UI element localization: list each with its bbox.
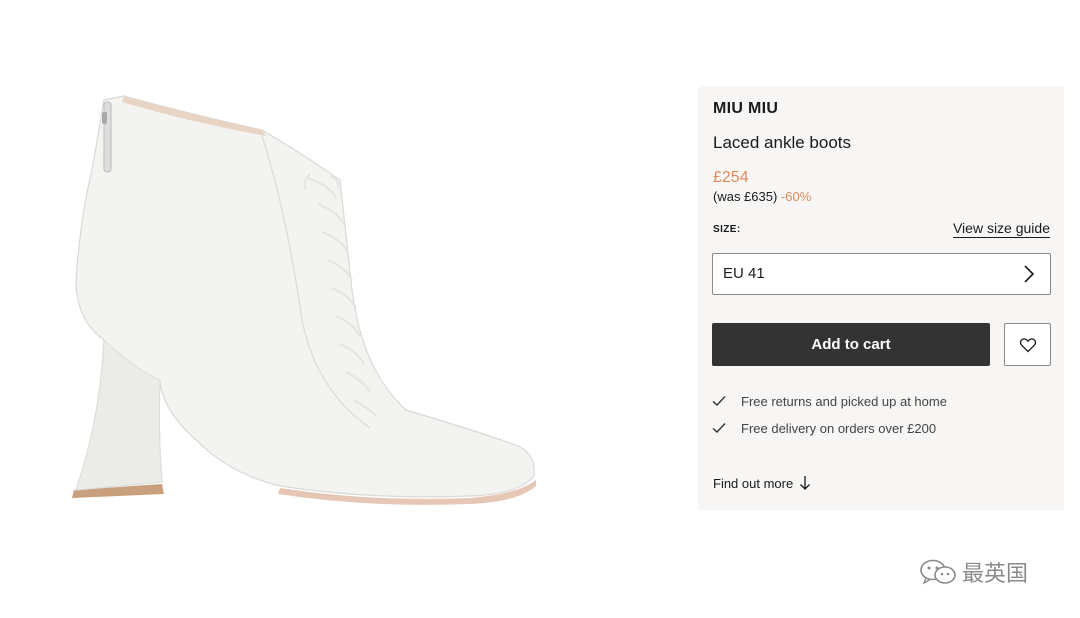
chevron-right-icon [1024, 265, 1035, 283]
benefit-text: Free returns and picked up at home [741, 393, 947, 409]
size-selector[interactable]: EU 41 [712, 253, 1051, 295]
product-image [40, 70, 580, 530]
benefit-free-delivery: Free delivery on orders over £200 [712, 419, 936, 437]
benefit-free-returns: Free returns and picked up at home [712, 392, 947, 410]
add-to-cart-button[interactable]: Add to cart [712, 323, 990, 366]
size-label: SIZE: [713, 224, 741, 235]
find-out-more-label: Find out more [713, 475, 794, 491]
product-title: Laced ankle boots [713, 133, 851, 152]
original-price: (was £635) [713, 189, 778, 204]
wechat-icon [920, 559, 956, 585]
boot-illustration [72, 95, 536, 505]
watermark-text: 最英国 [962, 562, 1029, 587]
find-out-more-link[interactable]: Find out more [713, 475, 811, 491]
brand-name[interactable]: MIU MIU [713, 100, 778, 118]
watermark: 最英国 [918, 556, 1028, 588]
price-comparison: (was £635) -60% [713, 189, 811, 204]
arrow-down-icon [800, 476, 811, 490]
wishlist-button[interactable] [1004, 323, 1051, 366]
product-info-panel: MIU MIU Laced ankle boots £254 (was £635… [698, 86, 1064, 510]
benefit-text: Free delivery on orders over £200 [741, 420, 937, 436]
sale-price: £254 [713, 169, 749, 186]
discount-badge: -60% [780, 189, 812, 204]
size-guide-link[interactable]: View size guide [952, 220, 1050, 238]
selected-size: EU 41 [723, 265, 765, 282]
check-icon [712, 423, 726, 433]
check-icon [712, 396, 726, 406]
heart-icon [1019, 338, 1037, 353]
